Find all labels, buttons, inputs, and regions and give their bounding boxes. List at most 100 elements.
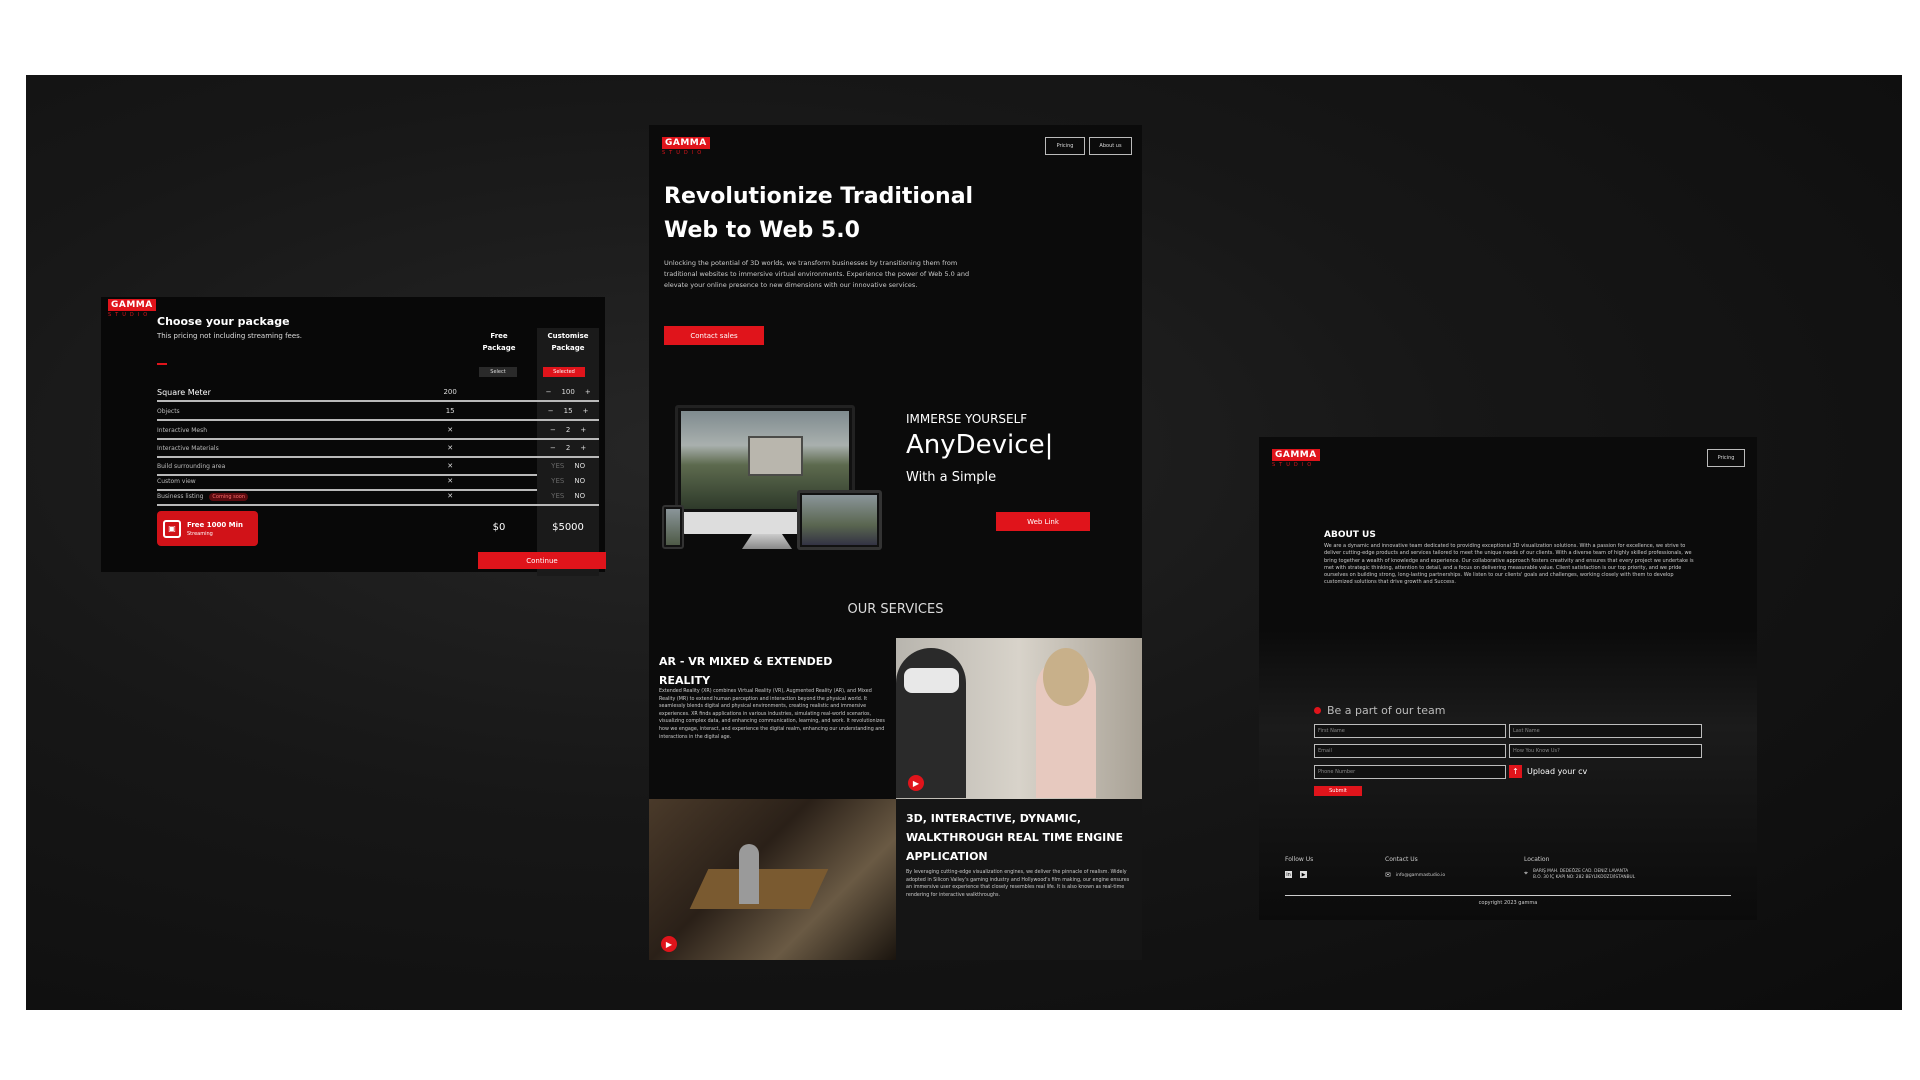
service-xr-title: AR - VR MIXED & EXTENDED REALITY bbox=[659, 655, 833, 687]
service-3d-text: By leveraging cutting-edge visualization… bbox=[906, 870, 1130, 898]
immerse-heading: IMMERSE YOURSELF bbox=[906, 412, 1028, 426]
last-name-field[interactable]: Last Name bbox=[1509, 724, 1702, 738]
social-links: in ▶ bbox=[1285, 871, 1307, 878]
no-option[interactable]: NO bbox=[574, 462, 585, 470]
monitor-stand bbox=[742, 534, 792, 549]
pricing-subtitle: This pricing not including streaming fee… bbox=[157, 332, 303, 340]
logo-subtext: STUDIO bbox=[108, 312, 152, 318]
no-option[interactable]: NO bbox=[574, 477, 585, 485]
minus-button[interactable]: − bbox=[550, 444, 556, 452]
phone bbox=[662, 505, 684, 549]
presentation-board: GAMMA STUDIO Choose your package This pr… bbox=[26, 75, 1902, 1010]
promo-subtitle: Streaming bbox=[187, 530, 213, 537]
yes-option[interactable]: YES bbox=[551, 477, 564, 485]
streaming-promo-card[interactable]: ▣ Free 1000 Min Streaming bbox=[157, 511, 258, 546]
vr-headset bbox=[904, 668, 959, 693]
woman-head bbox=[1043, 648, 1089, 706]
logo-text: GAMMA bbox=[108, 299, 156, 311]
first-name-field[interactable]: First Name bbox=[1314, 724, 1506, 738]
youtube-icon[interactable]: ▶ bbox=[1300, 871, 1307, 878]
logo-text: GAMMA bbox=[662, 137, 710, 149]
continue-button[interactable]: Continue bbox=[478, 552, 606, 569]
quantity-stepper[interactable]: − 100 + bbox=[537, 384, 599, 400]
selected-custom-button[interactable]: Selected bbox=[543, 367, 585, 377]
logo-subtext: STUDIO bbox=[1272, 462, 1316, 468]
nav-pricing-button[interactable]: Pricing bbox=[1707, 449, 1745, 467]
row-free-value: 200 bbox=[443, 388, 457, 396]
quantity-stepper[interactable]: − 2 + bbox=[537, 440, 599, 456]
select-free-button[interactable]: Select bbox=[479, 367, 517, 377]
plus-button[interactable]: + bbox=[583, 407, 589, 415]
submit-button[interactable]: Submit bbox=[1314, 786, 1362, 796]
logo-subtext: STUDIO bbox=[662, 150, 706, 156]
quantity-stepper[interactable]: − 2 + bbox=[537, 422, 599, 438]
yes-no-toggle[interactable]: YES NO bbox=[537, 473, 599, 489]
home-panel: GAMMA STUDIO Pricing About us Revolution… bbox=[649, 125, 1142, 960]
contact-sales-button[interactable]: Contact sales bbox=[664, 326, 764, 345]
address-line2: B.O. 30 İÇ KAPI NO: 282 BEYLİKDÜZÜ/İSTAN… bbox=[1532, 875, 1636, 880]
row-label: Interactive Materials bbox=[157, 444, 219, 452]
promo-title: Free 1000 Min bbox=[187, 520, 243, 529]
any-device-heading: AnyDevice| bbox=[906, 430, 1054, 460]
email-field[interactable]: Email bbox=[1314, 744, 1506, 758]
yes-option[interactable]: YES bbox=[551, 462, 564, 470]
hero-title-line2: Web to Web 5.0 bbox=[664, 218, 860, 243]
row-label: Custom view bbox=[157, 477, 196, 485]
yes-no-toggle[interactable]: YES NO bbox=[537, 458, 599, 474]
about-panel: GAMMA STUDIO Pricing ABOUT US We are a d… bbox=[1259, 437, 1757, 920]
row-label: Objects bbox=[157, 407, 180, 415]
mail-icon: ✉ bbox=[1385, 871, 1391, 879]
tablet bbox=[797, 490, 882, 550]
team-title: Be a part of our team bbox=[1327, 704, 1446, 717]
yes-no-toggle[interactable]: YES NO bbox=[537, 488, 599, 504]
nav-about-button[interactable]: About us bbox=[1089, 137, 1132, 155]
follow-us-label: Follow Us bbox=[1285, 856, 1314, 863]
plus-button[interactable]: + bbox=[580, 426, 586, 434]
devices-illustration bbox=[662, 405, 897, 555]
gamma-logo[interactable]: GAMMA STUDIO bbox=[108, 299, 156, 318]
no-option[interactable]: NO bbox=[574, 492, 585, 500]
tablet-screen bbox=[802, 495, 877, 545]
plus-button[interactable]: + bbox=[585, 388, 591, 396]
email-text: info@gammastudio.io bbox=[1395, 872, 1446, 878]
play-icon[interactable]: ▶ bbox=[908, 775, 924, 791]
location-label: Location bbox=[1524, 856, 1550, 863]
yes-option[interactable]: YES bbox=[551, 492, 564, 500]
plus-button[interactable]: + bbox=[580, 444, 586, 452]
minus-button[interactable]: − bbox=[546, 388, 552, 396]
service-3d-title: 3D, INTERACTIVE, DYNAMIC, WALKTHROUGH RE… bbox=[906, 812, 1123, 863]
upload-icon: ↑ bbox=[1509, 765, 1522, 778]
linkedin-icon[interactable]: in bbox=[1285, 871, 1292, 878]
phone-field[interactable]: Phone Number bbox=[1314, 765, 1506, 779]
table-row: Objects 15 − 15 + bbox=[157, 403, 599, 421]
footer-divider bbox=[1285, 895, 1731, 896]
email-link[interactable]: ✉ info@gammastudio.io bbox=[1385, 871, 1445, 879]
quantity-stepper[interactable]: − 15 + bbox=[537, 403, 599, 419]
custom-package-header: Customise Package bbox=[547, 332, 589, 352]
service-card-xr: AR - VR MIXED & EXTENDED REALITY Extende… bbox=[649, 638, 896, 799]
accent-dash bbox=[157, 363, 167, 365]
how-know-us-field[interactable]: How You Know Us? bbox=[1509, 744, 1702, 758]
x-icon: ✕ bbox=[447, 444, 454, 452]
upload-cv-button[interactable]: ↑ Upload your cv bbox=[1509, 765, 1587, 778]
table-row: Interactive Mesh ✕ − 2 + bbox=[157, 422, 599, 440]
about-title: ABOUT US bbox=[1324, 530, 1376, 540]
team-heading: Be a part of our team bbox=[1314, 704, 1445, 717]
upload-label: Upload your cv bbox=[1527, 767, 1588, 776]
stepper-value: 2 bbox=[565, 444, 571, 452]
pricing-title: Choose your package bbox=[157, 315, 290, 328]
web-link-button[interactable]: Web Link bbox=[996, 512, 1090, 531]
coming-soon-badge: Coming soon bbox=[209, 492, 249, 501]
hero-title: Revolutionize Traditional Web to Web 5.0 bbox=[664, 180, 973, 248]
hero-title-line1: Revolutionize Traditional bbox=[664, 184, 974, 209]
x-icon: ✕ bbox=[447, 492, 454, 500]
minus-button[interactable]: − bbox=[550, 426, 556, 434]
gamma-logo[interactable]: GAMMA STUDIO bbox=[662, 137, 710, 156]
minus-button[interactable]: − bbox=[548, 407, 554, 415]
gamma-logo[interactable]: GAMMA STUDIO bbox=[1272, 449, 1320, 468]
nav-pricing-button[interactable]: Pricing bbox=[1045, 137, 1085, 155]
table-row: Business listing Coming soon ✕ YES NO bbox=[157, 488, 599, 506]
play-icon[interactable]: ▶ bbox=[661, 936, 677, 952]
logo-text: GAMMA bbox=[1272, 449, 1320, 461]
service-xr-text: Extended Reality (XR) combines Virtual R… bbox=[659, 689, 885, 740]
